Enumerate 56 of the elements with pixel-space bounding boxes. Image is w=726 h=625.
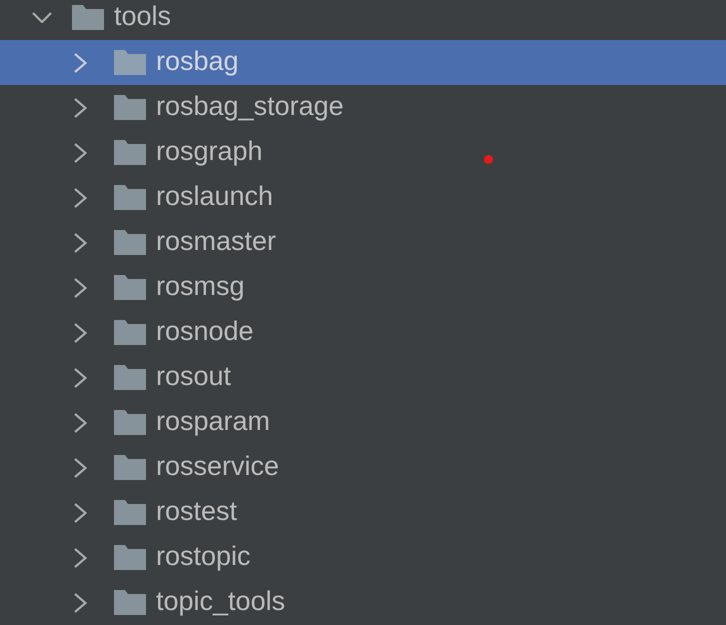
- tree-item[interactable]: roslaunch: [0, 175, 726, 220]
- folder-icon: [114, 185, 146, 210]
- folder-name: tools: [114, 3, 172, 32]
- tree-item[interactable]: rosgraph: [0, 130, 726, 175]
- folder-name: rosnode: [156, 318, 254, 347]
- folder-name: rosgraph: [156, 138, 263, 167]
- tree-item[interactable]: rosmaster: [0, 220, 726, 265]
- tree-item[interactable]: rosbag_storage: [0, 85, 726, 130]
- tree-item[interactable]: rosservice: [0, 445, 726, 490]
- folder-icon: [114, 545, 146, 570]
- chevron-right-icon[interactable]: [74, 188, 87, 208]
- folder-icon: [114, 590, 146, 615]
- folder-icon: [114, 320, 146, 345]
- chevron-right-icon[interactable]: [74, 278, 87, 298]
- folder-icon: [72, 5, 104, 30]
- folder-name: rosmaster: [156, 228, 276, 257]
- folder-name: rosbag: [156, 48, 239, 77]
- chevron-right-icon[interactable]: [74, 458, 87, 478]
- folder-name: rostopic: [156, 543, 251, 572]
- chevron-right-icon[interactable]: [74, 502, 87, 522]
- tree-item[interactable]: topic_tools: [0, 580, 726, 625]
- folder-icon: [114, 95, 146, 120]
- tree-item[interactable]: tools: [0, 0, 726, 40]
- folder-name: roslaunch: [156, 183, 274, 212]
- folder-icon: [114, 410, 146, 435]
- folder-name: topic_tools: [156, 588, 286, 617]
- chevron-down-icon[interactable]: [32, 12, 52, 23]
- folder-icon: [114, 140, 146, 165]
- folder-name: rosout: [156, 363, 232, 392]
- folder-icon: [114, 455, 146, 480]
- folder-icon: [114, 500, 146, 525]
- chevron-right-icon[interactable]: [74, 368, 87, 388]
- chevron-right-icon[interactable]: [74, 52, 87, 72]
- folder-name: rosservice: [156, 453, 280, 482]
- tree-item[interactable]: rosbag: [0, 40, 726, 85]
- chevron-right-icon[interactable]: [74, 548, 87, 568]
- tree-item[interactable]: rosmsg: [0, 265, 726, 310]
- folder-icon: [114, 365, 146, 390]
- tree-item[interactable]: rosnode: [0, 310, 726, 355]
- chevron-right-icon[interactable]: [74, 592, 87, 612]
- folder-name: rosbag_storage: [156, 93, 344, 122]
- chevron-right-icon[interactable]: [74, 412, 87, 432]
- chevron-right-icon[interactable]: [74, 322, 87, 342]
- chevron-right-icon[interactable]: [74, 232, 87, 252]
- folder-name: rosmsg: [156, 273, 245, 302]
- tree-item[interactable]: rostopic: [0, 535, 726, 580]
- tree-item[interactable]: rostest: [0, 490, 726, 535]
- chevron-right-icon[interactable]: [74, 142, 87, 162]
- tree-item[interactable]: rosparam: [0, 400, 726, 445]
- folder-name: rostest: [156, 498, 238, 527]
- chevron-right-icon[interactable]: [74, 98, 87, 118]
- tree-item[interactable]: rosout: [0, 355, 726, 400]
- folder-name: rosparam: [156, 408, 270, 437]
- folder-icon: [114, 50, 146, 75]
- folder-icon: [114, 230, 146, 255]
- folder-icon: [114, 275, 146, 300]
